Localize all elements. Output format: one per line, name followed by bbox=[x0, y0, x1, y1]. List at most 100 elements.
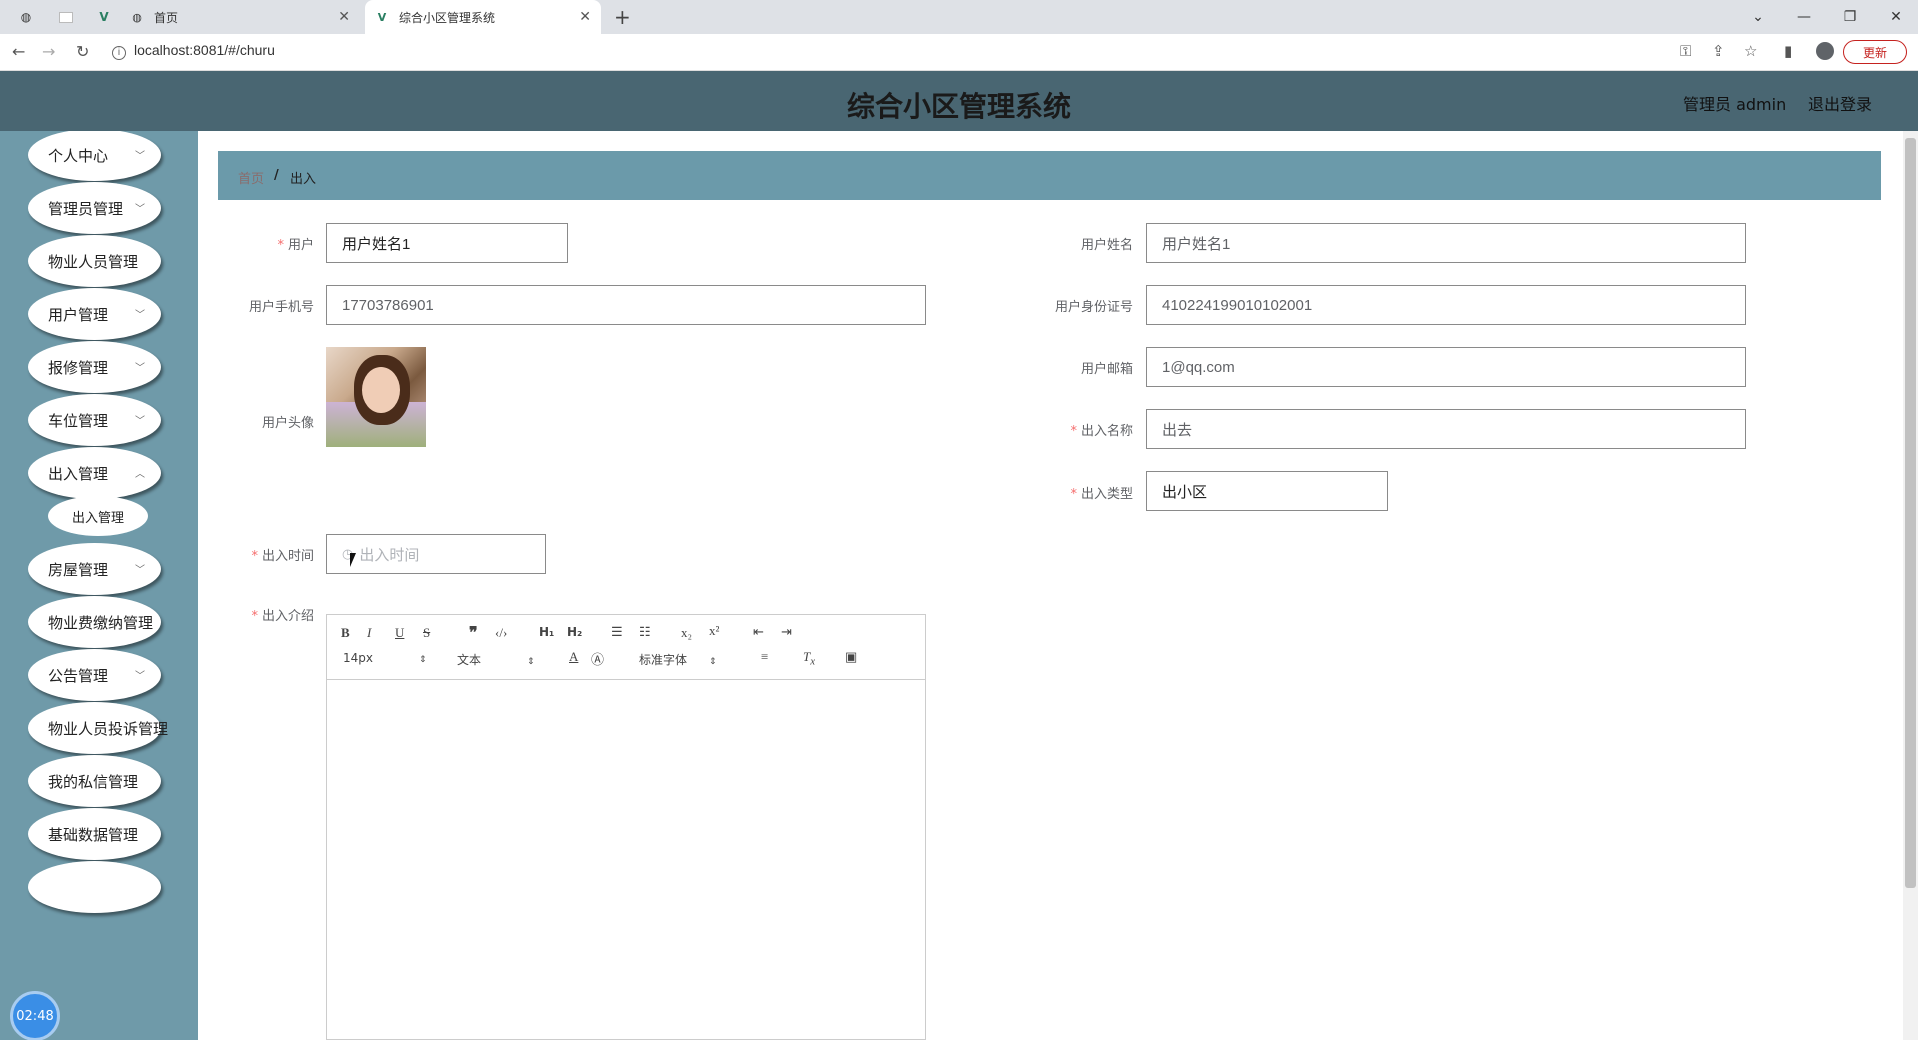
user-select[interactable]: 用户姓名1 bbox=[326, 223, 568, 263]
churu-content-label: * 出入介绍 bbox=[251, 609, 314, 624]
outdent-icon[interactable]: ⇤ bbox=[753, 624, 764, 640]
sidebar-item-label: 出入管理 bbox=[48, 464, 109, 483]
churu-time-label: * 出入时间 bbox=[251, 549, 314, 564]
code-icon[interactable]: ‹/› bbox=[495, 625, 507, 641]
globe-icon: ◍ bbox=[132, 10, 142, 24]
user-name-label: 用户姓名 bbox=[1080, 238, 1133, 253]
sidebar-item-label: 物业费缴纳管理 bbox=[48, 613, 154, 632]
breadcrumb-home[interactable]: 首页 bbox=[238, 168, 264, 187]
star-icon[interactable]: ☆ bbox=[1744, 42, 1757, 60]
app-title: 综合小区管理系统 bbox=[846, 90, 1071, 123]
pinned-tab-vue[interactable]: V bbox=[90, 0, 118, 34]
underline-icon[interactable]: U bbox=[395, 625, 404, 641]
sidebar-item-notices[interactable]: 公告管理 ﹀ bbox=[28, 649, 161, 701]
close-window-button[interactable]: ✕ bbox=[1873, 0, 1918, 34]
sidebar-item-admin[interactable]: 管理员管理 ﹀ bbox=[28, 182, 161, 234]
profile-icon[interactable] bbox=[1816, 42, 1834, 60]
pinned-tab-globe[interactable]: ◍ bbox=[12, 0, 40, 34]
sidebar-item-housing[interactable]: 房屋管理 ﹀ bbox=[28, 543, 161, 595]
scrollbar-thumb[interactable] bbox=[1905, 138, 1916, 888]
clear-format-icon[interactable]: Tx bbox=[803, 649, 815, 668]
user-phone-label: 用户手机号 bbox=[248, 300, 314, 315]
close-icon[interactable]: ✕ bbox=[338, 9, 350, 25]
info-icon[interactable]: i bbox=[112, 46, 126, 60]
sidebar-item-personal-center[interactable]: 个人中心 ﹀ bbox=[28, 131, 161, 181]
chevron-up-icon: ︿ bbox=[135, 469, 145, 480]
font-family-select[interactable]: 标准字体 ⇕ bbox=[639, 651, 717, 668]
pinned-tab-blank[interactable] bbox=[52, 0, 80, 34]
sidebar-item-fees[interactable]: 物业费缴纳管理 bbox=[28, 596, 161, 648]
share-icon[interactable]: ⇪ bbox=[1712, 42, 1725, 60]
sidebar-item-repair[interactable]: 报修管理 ﹀ bbox=[28, 341, 161, 393]
page-icon bbox=[59, 11, 73, 23]
indent-icon[interactable]: ⇥ bbox=[781, 624, 792, 640]
sidebar-item-messages[interactable]: 我的私信管理 bbox=[28, 755, 161, 807]
restore-button[interactable]: ❐ bbox=[1827, 0, 1873, 34]
user-phone-field[interactable]: 17703786901 bbox=[326, 285, 926, 325]
chevron-down-icon: ﹀ bbox=[135, 204, 145, 215]
chevron-down-icon: ﹀ bbox=[135, 565, 145, 576]
user-avatar-label: 用户头像 bbox=[261, 416, 314, 431]
new-tab-button[interactable]: + bbox=[614, 5, 631, 29]
tab-label: 综合小区管理系统 bbox=[399, 10, 496, 25]
app-header: 综合小区管理系统 管理员 admin 退出登录 bbox=[0, 71, 1918, 131]
tab-search-icon[interactable]: ⌄ bbox=[1735, 0, 1781, 34]
header1-icon[interactable]: H₁ bbox=[539, 625, 554, 639]
mouse-cursor-icon bbox=[350, 553, 362, 567]
sidebar-item-more[interactable] bbox=[28, 861, 161, 913]
sidebar-item-users[interactable]: 用户管理 ﹀ bbox=[28, 288, 161, 340]
align-icon[interactable]: ≡ bbox=[761, 649, 768, 665]
logout-link[interactable]: 退出登录 bbox=[1808, 91, 1872, 115]
ordered-list-icon[interactable]: ☰ bbox=[611, 624, 623, 640]
rich-text-editor: B I U S ❞ ‹/› H₁ H₂ ☰ ☷ x₂ x² ⇤ ⇥ 14px ⇕ … bbox=[326, 614, 926, 1040]
sidebar-item-label: 公告管理 bbox=[48, 666, 109, 685]
subscript-icon[interactable]: x₂ bbox=[681, 625, 692, 641]
chevron-down-icon: ﹀ bbox=[135, 416, 145, 427]
minimize-button[interactable]: — bbox=[1781, 0, 1827, 34]
strike-icon[interactable]: S bbox=[423, 625, 430, 641]
superscript-icon[interactable]: x² bbox=[709, 623, 719, 639]
sidebar-item-parking[interactable]: 车位管理 ﹀ bbox=[28, 394, 161, 446]
editor-content[interactable] bbox=[327, 680, 925, 1040]
sidebar-item-property-staff[interactable]: 物业人员管理 bbox=[28, 235, 161, 287]
clock-badge: 02:48 bbox=[10, 991, 60, 1040]
user-name-field[interactable]: 用户姓名1 bbox=[1146, 223, 1746, 263]
chevron-down-icon: ﹀ bbox=[135, 363, 145, 374]
image-icon[interactable]: ▣ bbox=[845, 649, 857, 665]
tab-home[interactable]: ◍ 首页 ✕ bbox=[120, 0, 360, 34]
forward-icon[interactable]: → bbox=[42, 42, 55, 61]
font-size-select[interactable]: 14px ⇕ bbox=[343, 651, 427, 665]
header-select[interactable]: 文本 ⇕ bbox=[457, 651, 535, 668]
bullet-list-icon[interactable]: ☷ bbox=[639, 624, 651, 640]
url-field[interactable]: i localhost:8081/#/churu bbox=[112, 42, 275, 60]
blockquote-icon[interactable]: ❞ bbox=[469, 623, 478, 643]
churu-name-field[interactable]: 出去 bbox=[1146, 409, 1746, 449]
italic-icon[interactable]: I bbox=[367, 625, 371, 641]
sidebar-item-complaints[interactable]: 物业人员投诉管理 bbox=[28, 702, 168, 754]
churu-type-label: * 出入类型 bbox=[1070, 487, 1133, 502]
breadcrumb-separator: / bbox=[274, 168, 279, 183]
sidebar-item-label: 房屋管理 bbox=[48, 560, 109, 579]
user-id-card-field[interactable]: 410224199010102001 bbox=[1146, 285, 1746, 325]
font-color-icon[interactable]: A bbox=[569, 649, 578, 665]
sidebar-item-basic-data[interactable]: 基础数据管理 bbox=[28, 808, 161, 860]
close-icon[interactable]: ✕ bbox=[579, 9, 591, 25]
background-color-icon[interactable]: Ⓐ bbox=[591, 649, 604, 668]
user-info: 管理员 admin bbox=[1683, 95, 1787, 114]
sidepanel-icon[interactable]: ▮ bbox=[1784, 42, 1792, 60]
reload-icon[interactable]: ↻ bbox=[76, 42, 89, 61]
user-email-field[interactable]: 1@qq.com bbox=[1146, 347, 1746, 387]
sidebar-item-label: 报修管理 bbox=[48, 358, 109, 377]
churu-type-select[interactable]: 出小区 bbox=[1146, 471, 1388, 511]
header2-icon[interactable]: H₂ bbox=[567, 625, 582, 639]
sidebar-subitem-access[interactable]: 出入管理 bbox=[48, 496, 148, 536]
bold-icon[interactable]: B bbox=[341, 625, 350, 641]
key-icon[interactable]: ⚿ bbox=[1680, 42, 1691, 60]
user-avatar-image bbox=[326, 347, 426, 447]
back-icon[interactable]: ← bbox=[12, 42, 25, 61]
sidebar-item-access[interactable]: 出入管理 ︿ bbox=[28, 447, 161, 499]
tab-system[interactable]: V 综合小区管理系统 ✕ bbox=[365, 0, 601, 34]
address-bar: ← → ↻ i localhost:8081/#/churu ⚿ ⇪ ☆ ▮ bbox=[0, 34, 1918, 71]
vue-icon: V bbox=[99, 10, 109, 24]
update-button[interactable]: 更新 bbox=[1843, 40, 1907, 64]
